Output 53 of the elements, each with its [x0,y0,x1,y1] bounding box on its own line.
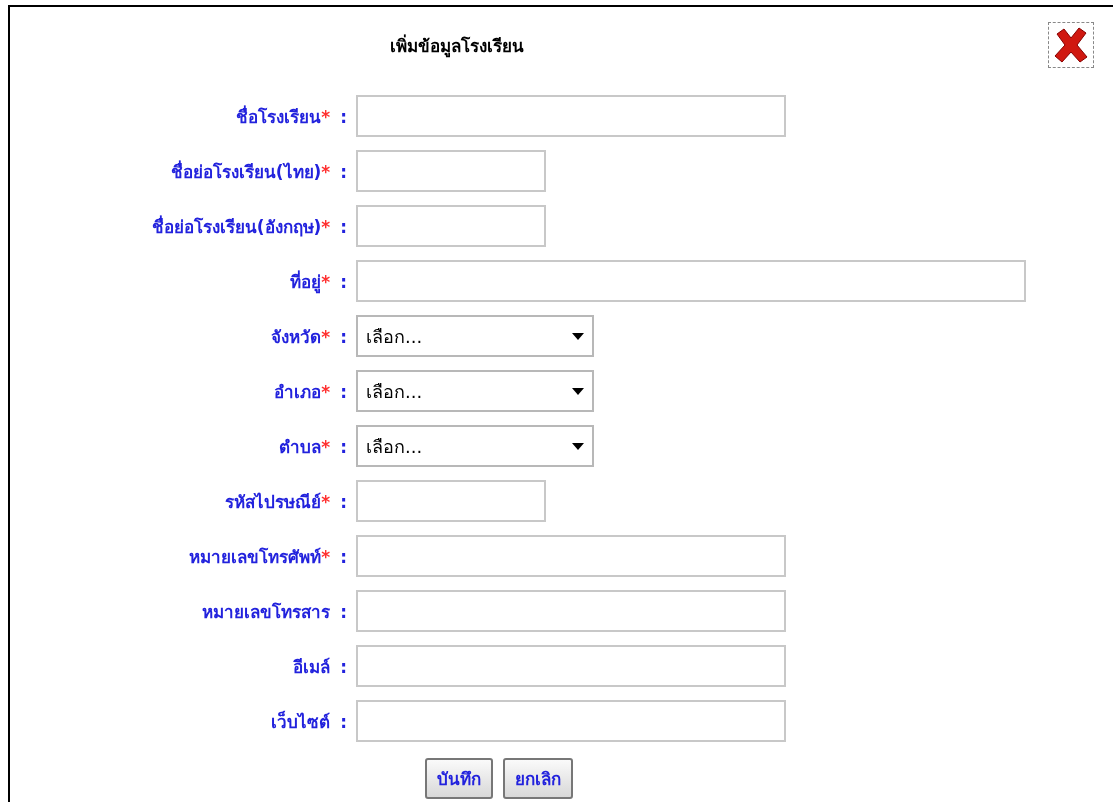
required-mark: * [321,546,331,567]
input-field[interactable] [356,205,546,247]
select-dropdown[interactable]: เลือก... [356,425,594,467]
input-field[interactable] [356,95,786,137]
input-field[interactable] [356,700,786,742]
field-label: อีเมล์ [293,656,331,677]
close-icon [1052,26,1090,64]
field-label: เว็บไซต์ [271,711,331,732]
required-mark: * [321,381,331,402]
field-label: ที่อยู่ [290,271,322,292]
input-field[interactable] [356,150,546,192]
label-colon: : [340,326,347,347]
field-label: หมายเลขโทรสาร [202,601,331,622]
required-mark: * [321,491,331,512]
select-dropdown[interactable]: เลือก... [356,370,594,412]
required-mark: * [321,161,331,182]
required-mark: * [321,216,331,237]
required-mark: * [321,436,331,457]
input-field[interactable] [356,535,786,577]
input-field[interactable] [356,260,1026,302]
label-colon: : [340,601,347,622]
label-colon: : [340,216,347,237]
label-colon: : [340,656,347,677]
dialog-title: เพิ่มข้อมูลโรงเรียน [390,33,524,59]
label-colon: : [340,711,347,732]
form-button[interactable]: บันทึก [425,758,493,799]
caret-icon [572,387,584,395]
close-button[interactable] [1048,22,1094,68]
label-colon: : [340,106,347,127]
label-colon: : [340,436,347,457]
label-colon: : [340,161,347,182]
required-mark: * [321,106,331,127]
caret-icon [572,442,584,450]
input-field[interactable] [356,590,786,632]
required-mark: * [321,326,331,347]
field-label: ชื่อย่อโรงเรียน(ไทย) [170,161,322,182]
field-label: ตำบล [279,436,322,457]
form-button[interactable]: ยกเลิก [503,758,573,799]
label-colon: : [340,546,347,567]
input-field[interactable] [356,480,546,522]
label-colon: : [340,271,347,292]
field-label: อำเภอ [274,381,322,402]
input-field[interactable] [356,645,786,687]
label-colon: : [340,381,347,402]
field-label: ชื่อย่อโรงเรียน(อังกฤษ) [151,216,322,237]
field-label: รหัสไปรษณีย์ [225,491,322,512]
caret-icon [572,332,584,340]
field-label: หมายเลขโทรศัพท์ [189,546,322,567]
field-label: ชื่อโรงเรียน [236,106,322,127]
required-mark: * [321,271,331,292]
field-label: จังหวัด [271,326,322,347]
label-colon: : [340,491,347,512]
select-dropdown[interactable]: เลือก... [356,315,594,357]
